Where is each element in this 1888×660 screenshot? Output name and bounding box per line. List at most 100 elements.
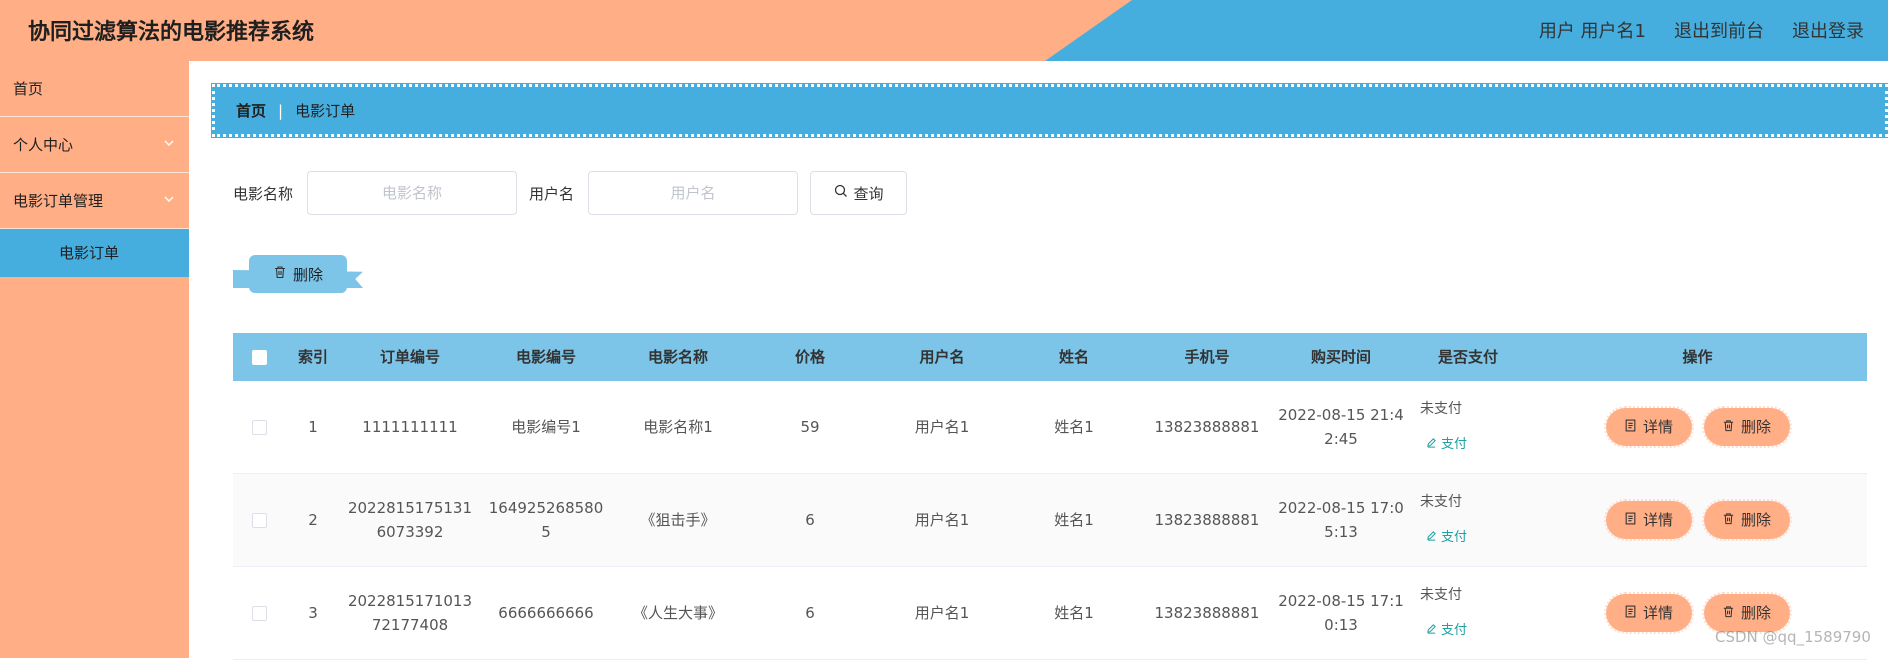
trash-icon [1722,508,1735,532]
movie-no-cell: 6666666666 [498,604,594,622]
username-input[interactable] [588,171,799,215]
breadcrumb-separator: | [278,101,284,120]
detail-label: 详情 [1642,418,1673,436]
column-header: 订单编号 [379,348,440,366]
batch-delete-label: 删除 [292,265,323,284]
pay-cell: 未支付 支付 [1408,397,1528,457]
watermark: CSDN @qq_1589790 [1715,628,1871,646]
row-actions: 详情 删除 [1532,406,1863,448]
index-cell: 2 [308,511,318,529]
header-links: 用户 用户名1 退出到前台 退出登录 [1539,17,1864,43]
delete-label: 删除 [1740,511,1771,529]
detail-button[interactable]: 详情 [1603,592,1694,634]
sidebar-item-label: 个人中心 [13,136,74,154]
pay-cell: 未支付 支付 [1408,583,1528,643]
username-cell: 用户名1 [914,418,970,436]
breadcrumb-home[interactable]: 首页 [236,100,266,121]
detail-button[interactable]: 详情 [1603,406,1694,448]
table-row: 3 202281517101372177408 6666666666 《人生大事… [233,567,1867,660]
sidebar-item-personal-center[interactable]: 个人中心 [0,117,189,173]
batch-delete-area: 删除 [233,255,363,295]
movie-no-cell: 1649252685805 [488,499,604,541]
sidebar-item-order-management[interactable]: 电影订单管理 [0,173,189,229]
breadcrumb: 首页 | 电影订单 [211,83,1888,138]
pay-label: 支付 [1441,623,1468,638]
name-cell: 姓名1 [1054,511,1094,529]
buy-time-cell: 2022-08-15 17:05:13 [1278,499,1404,541]
movie-no-cell: 电影编号1 [511,418,581,436]
price-cell: 59 [800,418,820,436]
document-icon [1624,508,1637,532]
trash-icon [1722,415,1735,439]
trash-icon [273,265,287,283]
breadcrumb-current: 电影订单 [295,102,356,120]
buy-time-cell: 2022-08-15 21:42:45 [1278,406,1404,448]
movie-name-cell: 《人生大事》 [632,604,723,622]
chevron-down-icon [163,117,175,173]
column-header: 价格 [794,348,825,366]
phone-cell: 13823888881 [1154,604,1260,622]
name-cell: 姓名1 [1054,604,1094,622]
pay-status: 未支付 [1420,494,1462,510]
username-cell: 用户名1 [914,604,970,622]
pay-status: 未支付 [1420,401,1462,417]
pay-cell: 未支付 支付 [1408,490,1528,550]
edit-icon [1426,619,1437,643]
table-header: 索引 订单编号 电影编号 电影名称 价格 用户名 姓名 手机号 购买时间 是否支… [233,333,1867,381]
order-no-cell: 202281517101372177408 [347,592,473,634]
row-delete-button[interactable]: 删除 [1701,406,1792,448]
username-label: 用户名 [529,184,575,203]
query-button[interactable]: 查询 [810,171,908,215]
order-no-cell: 20228151751316073392 [347,499,473,541]
chevron-down-icon [163,173,175,229]
pay-label: 支付 [1441,530,1468,545]
column-header: 购买时间 [1310,348,1371,366]
table-row: 1 1111111111 电影编号1 电影名称1 59 用户名1 姓名1 138… [233,381,1867,474]
pay-button[interactable]: 支付 [1426,433,1467,457]
trash-icon [1722,601,1735,625]
document-icon [1624,601,1637,625]
column-header: 电影名称 [647,348,708,366]
select-all-checkbox[interactable] [252,350,267,365]
logout-link[interactable]: 退出登录 [1792,17,1864,43]
edit-icon [1426,433,1437,457]
row-delete-button[interactable]: 删除 [1701,592,1792,634]
detail-button[interactable]: 详情 [1603,499,1694,541]
sidebar-subitem-movie-orders[interactable]: 电影订单 [0,229,189,277]
delete-label: 删除 [1740,604,1771,622]
delete-label: 删除 [1740,418,1771,436]
movie-name-input[interactable] [307,171,518,215]
column-header: 索引 [297,348,328,366]
pay-button[interactable]: 支付 [1426,526,1467,550]
pay-label: 支付 [1441,437,1468,452]
column-header: 手机号 [1184,348,1230,366]
row-actions: 详情 删除 [1532,499,1863,541]
index-cell: 3 [308,604,318,622]
row-checkbox[interactable] [252,513,267,528]
detail-label: 详情 [1642,511,1673,529]
document-icon [1624,415,1637,439]
order-no-cell: 1111111111 [362,418,458,436]
column-header: 操作 [1682,348,1713,366]
table-row: 2 20228151751316073392 1649252685805 《狙击… [233,474,1867,567]
row-delete-button[interactable]: 删除 [1701,499,1792,541]
price-cell: 6 [805,604,815,622]
row-checkbox[interactable] [252,420,267,435]
row-checkbox[interactable] [252,606,267,621]
pay-button[interactable]: 支付 [1426,619,1467,643]
name-cell: 姓名1 [1054,418,1094,436]
phone-cell: 13823888881 [1154,418,1260,436]
sidebar-item-label: 电影订单管理 [13,192,104,210]
row-actions: 详情 删除 [1532,592,1863,634]
app-title: 协同过滤算法的电影推荐系统 [28,20,315,45]
search-icon [834,184,848,202]
back-to-front-link[interactable]: 退出到前台 [1674,17,1764,43]
pay-status: 未支付 [1420,587,1462,603]
sidebar-item-home[interactable]: 首页 [0,61,189,117]
batch-delete-button[interactable]: 删除 [249,255,347,293]
buy-time-cell: 2022-08-15 17:10:13 [1278,592,1404,634]
sidebar-item-label: 首页 [13,80,44,98]
column-header: 电影编号 [515,348,576,366]
price-cell: 6 [805,511,815,529]
column-header: 姓名 [1058,348,1089,366]
